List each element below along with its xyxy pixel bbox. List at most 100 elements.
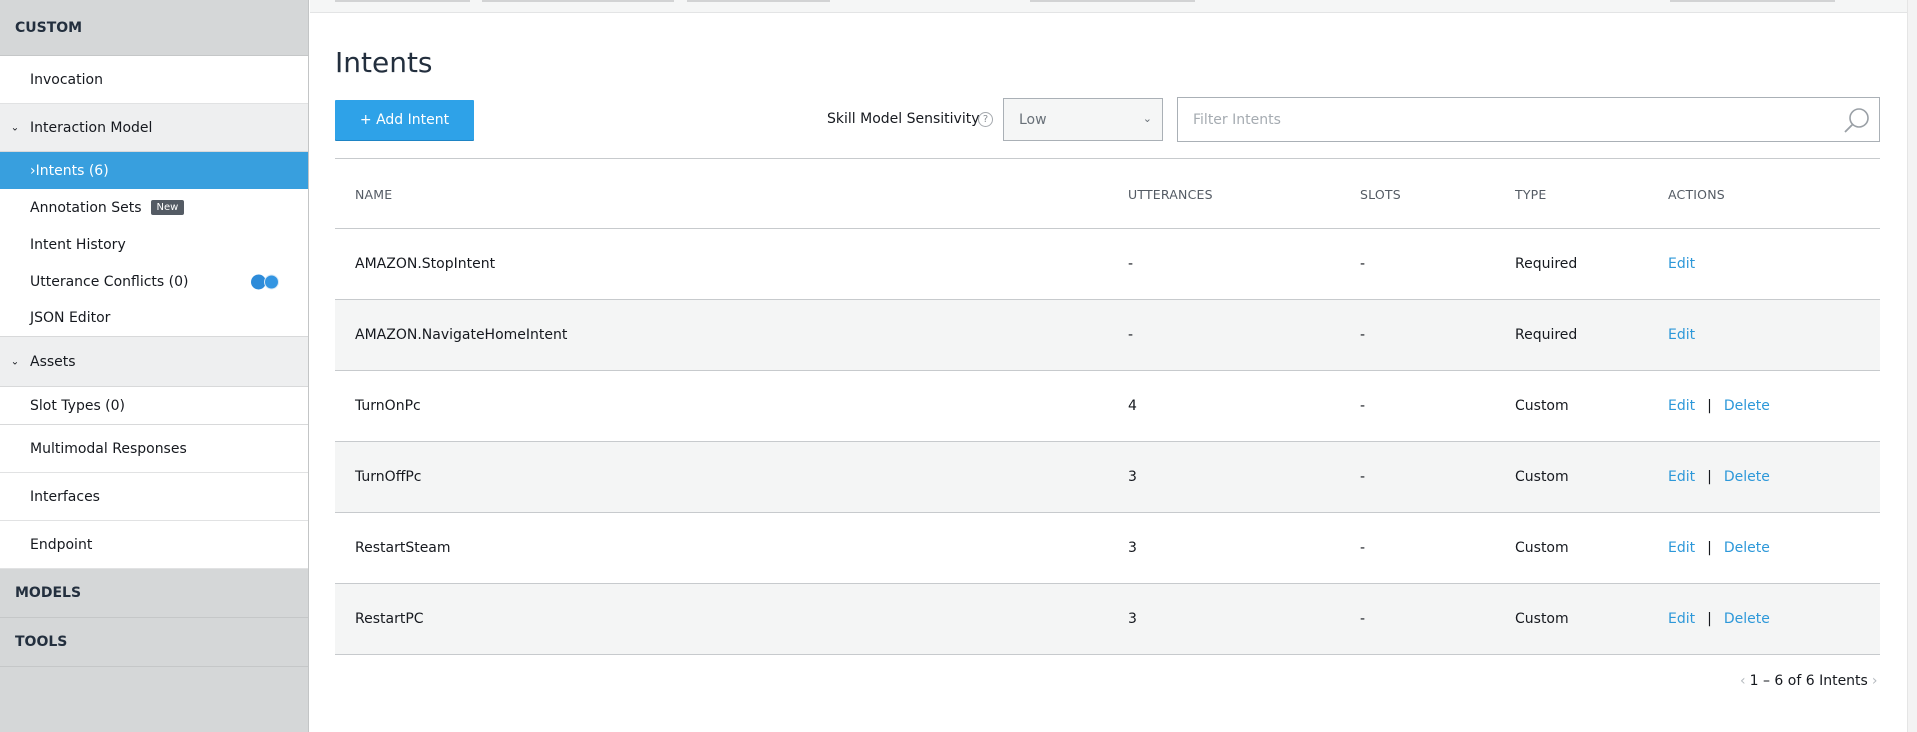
intent-type: Custom [1515,540,1569,556]
delete-link[interactable]: Delete [1724,469,1770,485]
conflicts-toggle-icon[interactable] [251,274,279,289]
utterances-count: 3 [1128,540,1137,556]
edit-link[interactable]: Edit [1668,327,1695,343]
table-row: TurnOnPc 4 - Custom Edit | Delete [335,371,1880,442]
sidebar-item-label: Annotation Sets [30,199,142,216]
sidebar-group-interaction-model[interactable]: ⌄ Interaction Model [0,104,308,152]
header-type[interactable]: TYPE [1515,187,1547,202]
header-utterances[interactable]: UTTERANCES [1128,187,1213,202]
slots-count: - [1360,398,1366,414]
intent-name-link[interactable]: TurnOffPc [355,469,422,485]
utterances-count: 3 [1128,469,1137,485]
header-name[interactable]: NAME [355,187,392,202]
edit-link[interactable]: Edit [1668,611,1695,627]
edit-link[interactable]: Edit [1668,256,1695,272]
sidebar-item-label: JSON Editor [30,310,111,326]
chevron-down-icon: ⌄ [10,122,20,133]
edit-link[interactable]: Edit [1668,540,1695,556]
chevron-right-icon[interactable]: › [1872,673,1878,689]
top-toolbar-strip [310,0,1917,13]
sidebar-item-label: Intents (6) [35,162,109,179]
delete-link[interactable]: Delete [1724,611,1770,627]
intent-type: Custom [1515,398,1569,414]
slots-count: - [1360,256,1366,272]
slots-count: - [1360,611,1366,627]
sidebar-item-intents[interactable]: › Intents (6) [0,152,308,189]
sidebar-item-label: Interfaces [30,488,100,505]
row-actions: Edit | Delete [1668,469,1770,485]
delete-link[interactable]: Delete [1724,398,1770,414]
sensitivity-select[interactable]: Low ⌄ [1003,98,1163,141]
table-row: RestartSteam 3 - Custom Edit | Delete [335,513,1880,584]
sidebar-group-label: Interaction Model [30,119,153,136]
intent-name-link[interactable]: AMAZON.NavigateHomeIntent [355,327,567,343]
action-separator: | [1707,469,1712,485]
action-separator: | [1707,540,1712,556]
main-content: Intents + Add Intent Skill Model Sensiti… [310,0,1917,732]
chevron-left-icon[interactable]: ‹ [1740,673,1746,689]
action-separator: | [1707,398,1712,414]
sidebar-item-label: Slot Types (0) [30,397,126,414]
intent-type: Required [1515,256,1578,272]
table-header: NAME UTTERANCES SLOTS TYPE ACTIONS [335,158,1880,229]
sidebar-item-label: Utterance Conflicts (0) [30,273,189,290]
page-title: Intents [335,46,433,79]
table-row: AMAZON.StopIntent - - Required Edit [335,229,1880,300]
row-actions: Edit | Delete [1668,611,1770,627]
table-row: RestartPC 3 - Custom Edit | Delete [335,584,1880,655]
sidebar-section-tools[interactable]: TOOLS [0,618,308,667]
sidebar-group-label: Assets [30,353,76,370]
sidebar-section-label: CUSTOM [15,19,83,36]
slots-count: - [1360,540,1366,556]
search-icon[interactable] [1842,106,1872,136]
sidebar: CUSTOM Invocation ⌄ Interaction Model › … [0,0,309,732]
slots-count: - [1360,469,1366,485]
intent-type: Custom [1515,469,1569,485]
row-actions: Edit [1668,327,1695,343]
edit-link[interactable]: Edit [1668,398,1695,414]
intent-name-link[interactable]: AMAZON.StopIntent [355,256,495,272]
sidebar-group-assets[interactable]: ⌄ Assets [0,337,308,387]
sidebar-item-json-editor[interactable]: JSON Editor [0,300,308,337]
sidebar-section-models[interactable]: MODELS [0,569,308,618]
vertical-scrollbar[interactable] [1907,0,1917,732]
intent-type: Required [1515,327,1578,343]
sidebar-item-utterance-conflicts[interactable]: Utterance Conflicts (0) [0,263,308,300]
app-window: CUSTOM Invocation ⌄ Interaction Model › … [0,0,1917,732]
sidebar-section-label: TOOLS [15,634,68,650]
slots-count: - [1360,327,1366,343]
sensitivity-label: Skill Model Sensitivity [827,111,980,127]
table-row: TurnOffPc 3 - Custom Edit | Delete [335,442,1880,513]
delete-link[interactable]: Delete [1724,540,1770,556]
sidebar-item-annotation-sets[interactable]: Annotation Sets New [0,189,308,226]
utterances-count: - [1128,327,1134,343]
sensitivity-value: Low [1019,111,1047,128]
intent-name-link[interactable]: RestartSteam [355,540,451,556]
filter-intents-input[interactable] [1177,97,1880,142]
utterances-count: 4 [1128,398,1137,414]
row-actions: Edit | Delete [1668,398,1770,414]
table-row: AMAZON.NavigateHomeIntent - - Required E… [335,300,1880,371]
sidebar-item-intent-history[interactable]: Intent History [0,226,308,263]
intent-name-link[interactable]: TurnOnPc [355,398,421,414]
sidebar-item-endpoint[interactable]: Endpoint [0,521,308,569]
chevron-down-icon: ⌄ [1142,112,1152,125]
sidebar-item-multimodal-responses[interactable]: Multimodal Responses [0,425,308,473]
sidebar-item-interfaces[interactable]: Interfaces [0,473,308,521]
edit-link[interactable]: Edit [1668,469,1695,485]
intent-type: Custom [1515,611,1569,627]
utterances-count: 3 [1128,611,1137,627]
sidebar-section-label: MODELS [15,585,82,601]
chevron-down-icon: ⌄ [10,356,20,367]
pagination-text: 1 – 6 of 6 Intents [1749,673,1868,689]
intent-name-link[interactable]: RestartPC [355,611,424,627]
sidebar-item-label: Intent History [30,236,126,253]
sidebar-item-invocation[interactable]: Invocation [0,56,308,104]
sidebar-item-slot-types[interactable]: Slot Types (0) [0,387,308,425]
add-intent-button[interactable]: + Add Intent [335,100,474,140]
sidebar-section-custom[interactable]: CUSTOM [0,0,308,56]
intents-table: NAME UTTERANCES SLOTS TYPE ACTIONS AMAZO… [335,158,1880,655]
utterances-count: - [1128,256,1134,272]
help-icon[interactable]: ? [978,112,993,127]
header-slots[interactable]: SLOTS [1360,187,1401,202]
